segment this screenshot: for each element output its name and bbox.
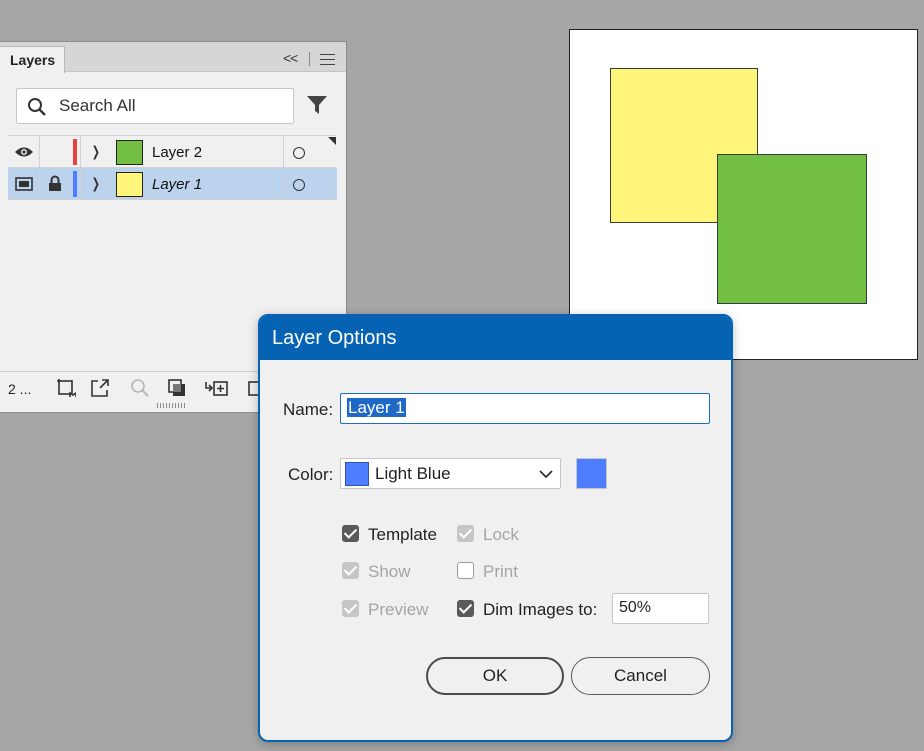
dialog-title: Layer Options: [260, 316, 731, 360]
lock-label[interactable]: Lock: [483, 525, 519, 545]
expand-chevron-icon[interactable]: ❯: [92, 143, 100, 160]
green-square[interactable]: [717, 154, 867, 304]
cancel-button[interactable]: Cancel: [571, 657, 710, 695]
lock-icon[interactable]: [48, 175, 62, 192]
color-dropdown[interactable]: Light Blue: [340, 458, 561, 489]
filter-icon[interactable]: [306, 94, 328, 116]
template-icon[interactable]: [15, 177, 33, 191]
layers-tab[interactable]: Layers: [0, 46, 65, 73]
color-swatch: [345, 462, 369, 486]
layer-row-layer-1[interactable]: ❯ Layer 1: [8, 168, 337, 200]
layer-name[interactable]: Layer 1: [152, 176, 202, 193]
artboard[interactable]: [569, 29, 918, 360]
column-divider: [39, 168, 40, 200]
layer-count: 2 ...: [8, 381, 32, 397]
column-divider: [80, 136, 81, 168]
layer-thumbnail: [116, 140, 143, 165]
expand-chevron-icon[interactable]: ❯: [92, 175, 100, 192]
show-checkbox[interactable]: [342, 562, 359, 579]
search-icon: [28, 98, 46, 116]
layer-thumbnail: [116, 172, 143, 197]
header-divider: [309, 52, 310, 66]
name-label: Name:: [283, 400, 334, 419]
layer-color-bar: [73, 139, 77, 165]
show-label[interactable]: Show: [368, 562, 411, 582]
column-divider: [80, 168, 81, 200]
eye-icon[interactable]: [14, 145, 34, 159]
locate-object-icon[interactable]: [130, 378, 150, 398]
template-label[interactable]: Template: [368, 525, 437, 545]
export-icon[interactable]: [90, 378, 110, 398]
collect-for-export-icon[interactable]: [56, 378, 76, 398]
chevron-down-icon: [539, 470, 553, 479]
layer-color-bar: [73, 171, 77, 197]
layer-row-layer-2[interactable]: ❯ Layer 2: [8, 136, 337, 168]
resize-grip-icon[interactable]: [157, 403, 187, 408]
panel-header: Layers <<: [0, 42, 346, 73]
color-label: Color:: [288, 465, 334, 484]
color-value: Light Blue: [375, 464, 451, 483]
target-circle-icon[interactable]: [293, 147, 305, 159]
column-divider: [39, 136, 40, 168]
preview-label[interactable]: Preview: [368, 600, 428, 620]
print-label[interactable]: Print: [483, 562, 518, 582]
lock-checkbox[interactable]: [457, 525, 474, 542]
ok-button[interactable]: OK: [426, 657, 564, 695]
dim-images-checkbox[interactable]: [457, 600, 474, 617]
layer-name[interactable]: Layer 2: [152, 144, 202, 161]
search-input[interactable]: [59, 95, 279, 117]
template-checkbox[interactable]: [342, 525, 359, 542]
column-divider: [283, 136, 284, 168]
layer-options-dialog: Layer Options Name: Layer 1 Color: Light…: [258, 314, 733, 742]
search-box: [16, 88, 294, 124]
name-selected-text: Layer 1: [347, 398, 406, 417]
dim-percent-input[interactable]: 50%: [612, 593, 709, 624]
panel-menu-icon[interactable]: [320, 54, 335, 69]
preview-checkbox[interactable]: [342, 600, 359, 617]
name-field[interactable]: Layer 1: [340, 393, 710, 424]
clipping-mask-icon[interactable]: [167, 378, 187, 398]
column-divider: [283, 168, 284, 200]
dim-images-label[interactable]: Dim Images to:: [483, 600, 597, 620]
selection-triangle-icon: [328, 137, 336, 145]
collapse-panel-button[interactable]: <<: [283, 50, 298, 66]
target-circle-icon[interactable]: [293, 179, 305, 191]
custom-color-swatch[interactable]: [576, 458, 607, 489]
print-checkbox[interactable]: [457, 562, 474, 579]
new-sublayer-icon[interactable]: [205, 378, 229, 398]
